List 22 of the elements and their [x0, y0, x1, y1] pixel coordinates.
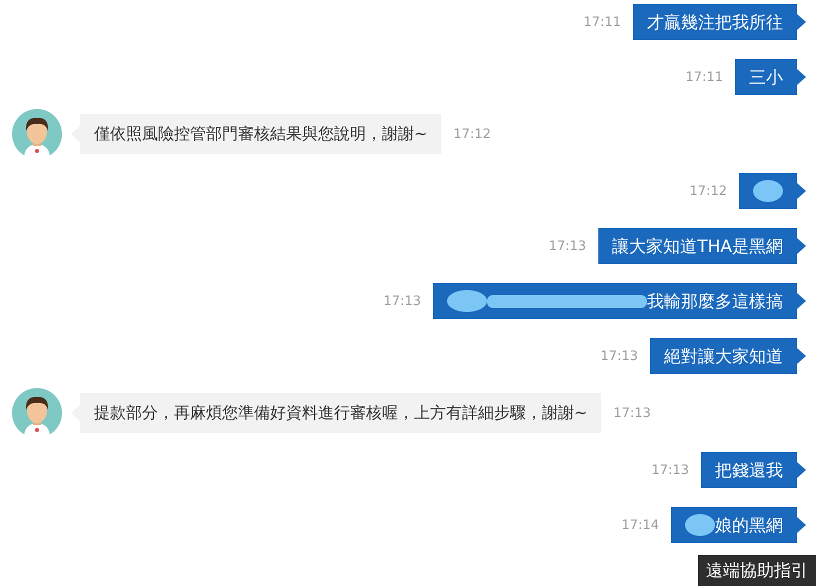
avatar-icon [12, 388, 62, 438]
user-message: 娘的黑網 [671, 507, 806, 543]
user-message: 把錢還我 [701, 452, 806, 488]
message-time: 17:13 [652, 462, 689, 478]
message-time: 17:11 [584, 14, 621, 30]
user-message: 我輸那麼多這樣搞 [433, 283, 806, 319]
message-time: 17:12 [690, 184, 727, 198]
message-time: 17:13 [548, 238, 586, 254]
message-time: 17:11 [686, 70, 723, 84]
message-time: 17:13 [384, 294, 421, 308]
remote-help-button[interactable]: 遠端協助指引 [698, 555, 816, 586]
message-time: 17:14 [622, 518, 659, 532]
message-time: 17:12 [453, 126, 491, 142]
message-time: 17:13 [613, 406, 651, 420]
agent-message: 提款部分，再麻煩您準備好資料進行審核喔，上方有詳細步驟，謝謝~ [71, 393, 602, 433]
agent-message: 僅依照風險控管部門審核結果與您說明，謝謝~ [71, 114, 442, 154]
user-message: 三小 [735, 59, 806, 95]
user-message: 讓大家知道THA是黑網 [598, 228, 806, 264]
message-time: 17:13 [600, 348, 638, 364]
user-message: 才贏幾注把我所往 [633, 4, 806, 40]
avatar-icon [12, 109, 62, 159]
user-message: 絕對讓大家知道 [650, 338, 806, 374]
